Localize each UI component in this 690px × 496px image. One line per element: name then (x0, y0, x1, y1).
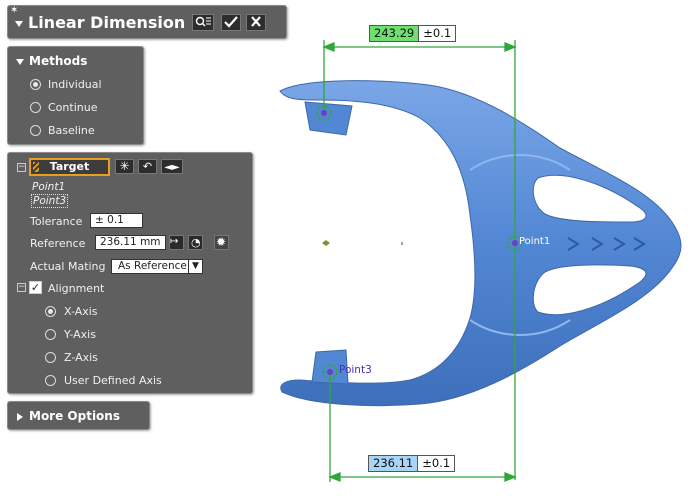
radio-individual-label[interactable]: Individual (48, 78, 102, 91)
more-options-panel[interactable]: More Options (7, 401, 150, 430)
gear-icon: ✹ (216, 235, 227, 249)
target-stripe-icon (33, 162, 39, 172)
more-options-header[interactable]: More Options (17, 409, 120, 423)
collapse-alignment-toggle[interactable]: − (17, 283, 26, 292)
collapse-target-toggle[interactable]: − (17, 163, 26, 172)
undo-button[interactable]: ↶ (138, 159, 157, 174)
settings-button[interactable]: ✹ (214, 235, 229, 250)
clock-icon: ◔ (191, 236, 201, 249)
reference-label: Reference (30, 237, 86, 250)
part-chevrons (567, 237, 646, 251)
expand-icon (17, 412, 23, 421)
radio-individual[interactable] (30, 79, 41, 90)
distance-icon: ↦ (170, 236, 179, 247)
panel-title[interactable]: Linear Dimension (15, 13, 185, 32)
point-item-3[interactable]: Point3 (31, 194, 69, 208)
target-panel: − Target ✳ ↶ ◄► Point1 Point3 Tolerance … (7, 152, 253, 394)
select-all-icon: ✳ (119, 159, 130, 173)
more-options-label: More Options (29, 409, 120, 423)
actual-mating-select[interactable]: As Reference ▼ (111, 259, 203, 274)
methods-panel: Methods Individual Continue Baseline (7, 46, 144, 145)
radio-z-axis-label[interactable]: Z-Axis (64, 351, 98, 364)
preview-icon (195, 16, 211, 27)
point-item-1[interactable]: Point1 (32, 181, 65, 193)
radio-y-axis-label[interactable]: Y-Axis (64, 328, 96, 341)
radio-baseline-label[interactable]: Baseline (48, 124, 95, 137)
tolerance-input[interactable]: ± 0.1 (90, 213, 143, 228)
undo-icon: ↶ (142, 160, 153, 173)
select-all-button[interactable]: ✳ (115, 159, 134, 174)
radio-x-axis-label[interactable]: X-Axis (64, 305, 98, 318)
collapse-icon (16, 58, 24, 65)
chevron-down-icon[interactable]: ▼ (188, 260, 202, 273)
origin-marker (322, 240, 403, 246)
flip-button[interactable]: ◄► (161, 159, 183, 174)
clock-button[interactable]: ◔ (188, 235, 203, 250)
radio-x-axis[interactable] (45, 306, 56, 317)
part-tab-top (304, 101, 353, 136)
panel-title-text: Linear Dimension (28, 13, 186, 32)
radio-continue-label[interactable]: Continue (48, 101, 97, 114)
point1-marker[interactable] (316, 105, 332, 121)
measure-distance-button[interactable]: ↦ (169, 235, 184, 250)
methods-title: Methods (29, 54, 88, 68)
point1-viewport-label[interactable]: Point1 (519, 236, 550, 247)
top-dimension-value: 243.29 (370, 26, 420, 41)
dimension-lines (322, 40, 517, 482)
reference-input[interactable]: 236.11 mm (95, 235, 166, 250)
radio-user-defined-axis[interactable] (45, 375, 56, 386)
part-window-upper (532, 174, 647, 223)
ok-button[interactable] (221, 14, 241, 31)
alignment-checkbox[interactable]: ✓ (29, 281, 42, 294)
part-body (279, 80, 682, 407)
bottom-dimension-value: 236.11 (369, 456, 419, 471)
actual-mating-value: As Reference (118, 260, 187, 272)
close-icon (251, 16, 261, 27)
radio-user-defined-axis-label[interactable]: User Defined Axis (64, 374, 162, 387)
target-button-label: Target (49, 160, 90, 173)
bottom-dimension-tolerance: ±0.1 (422, 456, 451, 470)
radio-continue[interactable] (30, 102, 41, 113)
preview-button[interactable] (192, 14, 214, 31)
flip-icon: ◄► (164, 162, 180, 173)
radio-baseline[interactable] (30, 125, 41, 136)
collapse-icon[interactable] (15, 20, 23, 27)
radio-z-axis[interactable] (45, 352, 56, 363)
cancel-button[interactable] (246, 14, 266, 31)
top-dimension-box[interactable]: 243.29 ±0.1 (369, 25, 457, 42)
top-dimension-tolerance: ±0.1 (423, 26, 452, 40)
radio-y-axis[interactable] (45, 329, 56, 340)
check-icon (224, 16, 238, 28)
actual-mating-label: Actual Mating (30, 260, 106, 273)
alignment-label: Alignment (48, 282, 105, 295)
target-button[interactable]: Target (29, 158, 110, 176)
title-panel: ✶ Linear Dimension (7, 5, 287, 39)
tolerance-label: Tolerance (30, 215, 83, 228)
methods-header[interactable]: Methods (16, 54, 87, 68)
bottom-dimension-box[interactable]: 236.11 ±0.1 (368, 455, 456, 472)
point3-viewport-label[interactable]: Point3 (339, 364, 372, 376)
point3-marker[interactable] (322, 364, 338, 380)
part-window-lower (532, 264, 647, 316)
